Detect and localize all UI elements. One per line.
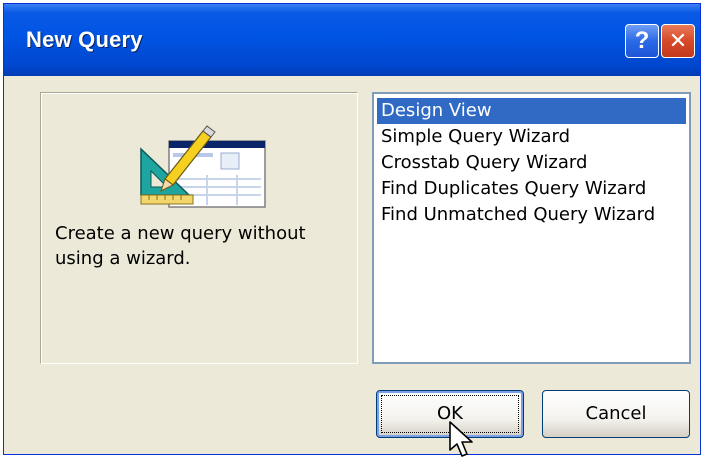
close-button[interactable]: ✕ (661, 24, 695, 58)
dialog-title: New Query (26, 27, 143, 52)
new-query-dialog: New Query ? ✕ Create a new query without… (3, 3, 701, 455)
query-type-list[interactable]: Design View Simple Query Wizard Crosstab… (372, 92, 691, 364)
cancel-button-label: Cancel (585, 403, 647, 424)
help-button[interactable]: ? (625, 24, 659, 58)
list-item-find-unmatched-query-wizard[interactable]: Find Unmatched Query Wizard (377, 202, 686, 228)
cancel-button[interactable]: Cancel (542, 390, 690, 438)
query-design-icon (140, 125, 266, 208)
description-panel: Create a new query without using a wizar… (40, 92, 358, 364)
list-item-simple-query-wizard[interactable]: Simple Query Wizard (377, 124, 686, 150)
list-item-crosstab-query-wizard[interactable]: Crosstab Query Wizard (377, 150, 686, 176)
list-item-find-duplicates-query-wizard[interactable]: Find Duplicates Query Wizard (377, 176, 686, 202)
title-bar[interactable]: New Query ? ✕ (4, 4, 700, 76)
mouse-pointer-icon (449, 421, 473, 457)
description-text: Create a new query without using a wizar… (55, 223, 306, 269)
list-item-design-view[interactable]: Design View (377, 98, 686, 124)
